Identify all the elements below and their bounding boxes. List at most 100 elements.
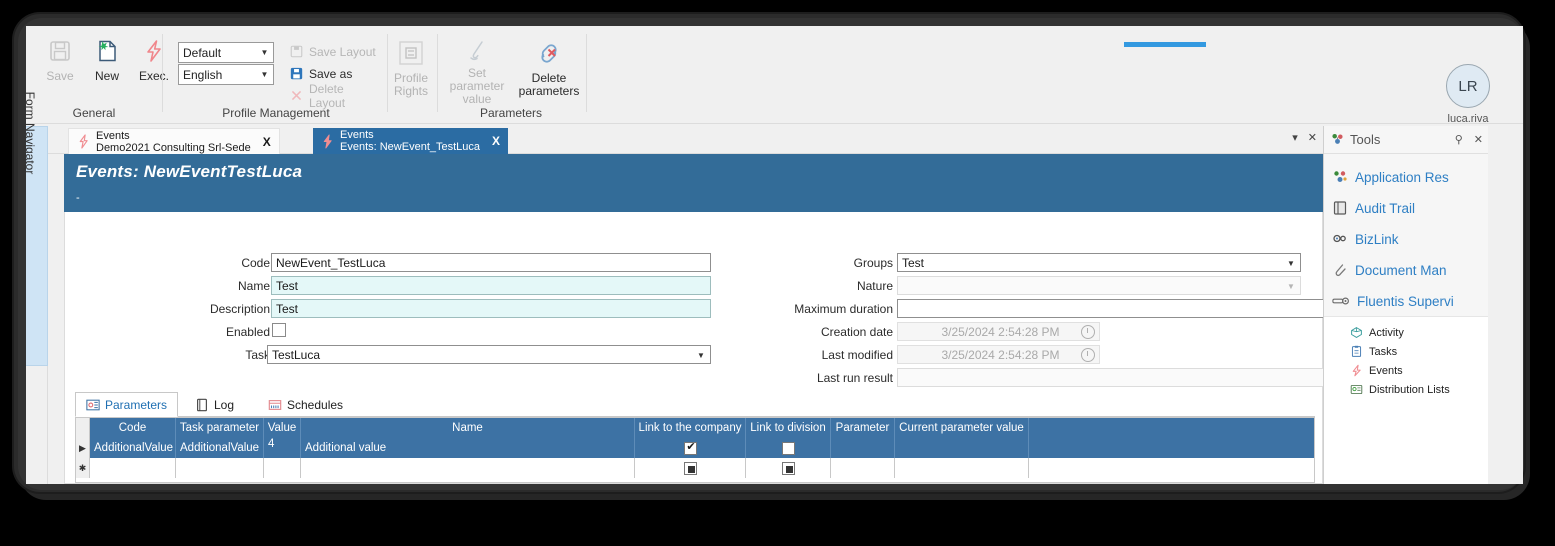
chevron-down-icon[interactable]: ▼: [693, 347, 709, 364]
ribbon-group-profile-rights: Profile Rights: [390, 30, 432, 122]
cell-parameter[interactable]: [831, 438, 895, 458]
schedules-icon: [268, 398, 282, 412]
delete-layout-button[interactable]: Delete Layout: [288, 85, 382, 106]
distribution-lists-icon: [1350, 383, 1363, 396]
cell-filler: [1029, 438, 1314, 458]
document-tab-controls: ▾ ✕: [1292, 131, 1317, 144]
tab-close-icon[interactable]: ✕: [1308, 131, 1317, 144]
chevron-down-icon[interactable]: ▼: [1283, 278, 1299, 295]
cell-task-parameter[interactable]: AdditionalValue: [176, 438, 264, 458]
document-tab-line1: Events: [340, 129, 480, 141]
subitem-events[interactable]: Events: [1350, 361, 1403, 380]
delete-parameters-button[interactable]: Delete parameters: [516, 34, 582, 106]
last-run-result-combo[interactable]: ▼: [897, 368, 1337, 387]
subitem-tasks[interactable]: Tasks: [1350, 342, 1397, 361]
tab-log[interactable]: Log: [185, 392, 244, 417]
enabled-checkbox[interactable]: [272, 323, 286, 337]
tools-item-application-resources[interactable]: Application Res: [1332, 162, 1449, 192]
column-header-current-parameter-value[interactable]: Current parameter value: [895, 418, 1029, 438]
column-header-value[interactable]: Value: [264, 418, 301, 438]
column-header-name[interactable]: Name: [301, 418, 635, 438]
nature-combo[interactable]: ▼: [897, 276, 1301, 295]
last-modified-value: 3/25/2024 2:54:28 PM: [941, 348, 1059, 362]
pin-icon[interactable]: ⚲: [1455, 133, 1463, 146]
table-row[interactable]: ▶ AdditionalValue AdditionalValue 4 Addi…: [76, 438, 1314, 458]
parameters-grid[interactable]: Code Task parameter Value Name Link to t…: [75, 417, 1315, 483]
cell-parameter[interactable]: [831, 458, 895, 478]
tab-parameters[interactable]: Parameters: [75, 392, 178, 417]
clock-icon: [1081, 348, 1095, 362]
cell-link-to-division[interactable]: [746, 438, 831, 458]
groups-combo[interactable]: Test ▼: [897, 253, 1301, 272]
code-field[interactable]: NewEvent_TestLuca: [271, 253, 711, 272]
column-header-link-to-the-company[interactable]: Link to the company: [635, 418, 746, 438]
column-header-task-parameter[interactable]: Task parameter: [176, 418, 264, 438]
bizlink-icon: [1332, 231, 1348, 247]
last-modified-field: 3/25/2024 2:54:28 PM: [897, 345, 1100, 364]
cell-link-to-division[interactable]: [746, 458, 831, 478]
cell-link-to-the-company[interactable]: [635, 458, 746, 478]
tools-item-document-management[interactable]: Document Man: [1332, 255, 1447, 285]
close-icon[interactable]: X: [492, 134, 500, 148]
row-marker-current: ▶: [76, 438, 90, 458]
link-to-company-checkbox[interactable]: [684, 462, 697, 475]
link-to-company-checkbox[interactable]: [684, 442, 697, 455]
tools-panel: Tools ⚲ ✕ Application Res: [1323, 126, 1488, 484]
table-row[interactable]: ✱: [76, 458, 1314, 478]
document-tab-line2: Demo2021 Consulting Srl-Sede: [96, 142, 251, 154]
cell-name[interactable]: [301, 458, 635, 478]
profile-rights-button[interactable]: Profile Rights: [383, 34, 439, 106]
save-layout-icon: [290, 45, 303, 58]
document-tab-events-newevent-testluca[interactable]: Events Events: NewEvent_TestLuca X: [313, 128, 508, 154]
table-header-row: Code Task parameter Value Name Link to t…: [76, 418, 1314, 438]
cell-task-parameter[interactable]: [176, 458, 264, 478]
row-marker-header: [76, 418, 90, 438]
form-navigator-tab[interactable]: Form Navigator: [26, 126, 48, 366]
tools-item-audit-trail[interactable]: Audit Trail: [1332, 193, 1415, 223]
avatar[interactable]: LR: [1446, 64, 1490, 108]
column-header-code[interactable]: Code: [90, 418, 176, 438]
profile-combo[interactable]: Default ▼: [178, 42, 274, 63]
tab-schedules[interactable]: Schedules: [258, 392, 353, 417]
parameters-icon: [86, 398, 100, 412]
tools-item-label: Audit Trail: [1355, 201, 1415, 216]
tools-item-label: Document Man: [1355, 263, 1447, 278]
language-combo[interactable]: English ▼: [178, 64, 274, 85]
cell-code[interactable]: [90, 458, 176, 478]
cell-value[interactable]: [264, 458, 301, 478]
description-field[interactable]: Test: [271, 299, 711, 318]
row-marker-new: ✱: [76, 458, 90, 478]
cell-current-parameter-value[interactable]: [895, 458, 1029, 478]
user-account-area[interactable]: LR luca.riva: [1429, 64, 1507, 125]
tools-item-bizlink[interactable]: BizLink: [1332, 224, 1399, 254]
cell-value[interactable]: 4: [264, 438, 301, 458]
name-field[interactable]: Test: [271, 276, 711, 295]
cell-name[interactable]: Additional value: [301, 438, 635, 458]
save-button-label: Save: [46, 70, 73, 83]
maximum-duration-field[interactable]: [897, 299, 1337, 318]
top-accent-bar: [1124, 42, 1206, 47]
tab-list-dropdown-icon[interactable]: ▾: [1292, 131, 1298, 144]
document-tab-events-demo2021[interactable]: Events Demo2021 Consulting Srl-Sede X: [68, 128, 280, 154]
exec-button-label: Exec.: [139, 70, 169, 83]
cell-code[interactable]: AdditionalValue: [90, 438, 176, 458]
save-layout-button[interactable]: Save Layout: [288, 41, 376, 62]
column-header-link-to-division[interactable]: Link to division: [746, 418, 831, 438]
link-to-division-checkbox[interactable]: [782, 442, 795, 455]
right-strip: [1488, 126, 1523, 484]
document-management-icon: [1332, 262, 1348, 278]
column-header-parameter[interactable]: Parameter: [831, 418, 895, 438]
task-combo-value: TestLuca: [272, 348, 320, 362]
task-combo[interactable]: TestLuca ▼: [267, 345, 711, 364]
set-parameter-value-button[interactable]: Set parameter value: [440, 34, 514, 106]
close-icon[interactable]: ✕: [1474, 133, 1483, 146]
chevron-down-icon[interactable]: ▼: [1283, 255, 1299, 272]
link-to-division-checkbox[interactable]: [782, 462, 795, 475]
tools-item-fluentis-supervisor[interactable]: Fluentis Supervi: [1332, 286, 1454, 316]
subitem-activity[interactable]: Activity: [1350, 323, 1404, 342]
application-resources-icon: [1332, 169, 1348, 185]
cell-link-to-the-company[interactable]: [635, 438, 746, 458]
close-icon[interactable]: X: [263, 135, 271, 149]
subitem-distribution-lists[interactable]: Distribution Lists: [1350, 380, 1450, 399]
cell-current-parameter-value[interactable]: [895, 438, 1029, 458]
